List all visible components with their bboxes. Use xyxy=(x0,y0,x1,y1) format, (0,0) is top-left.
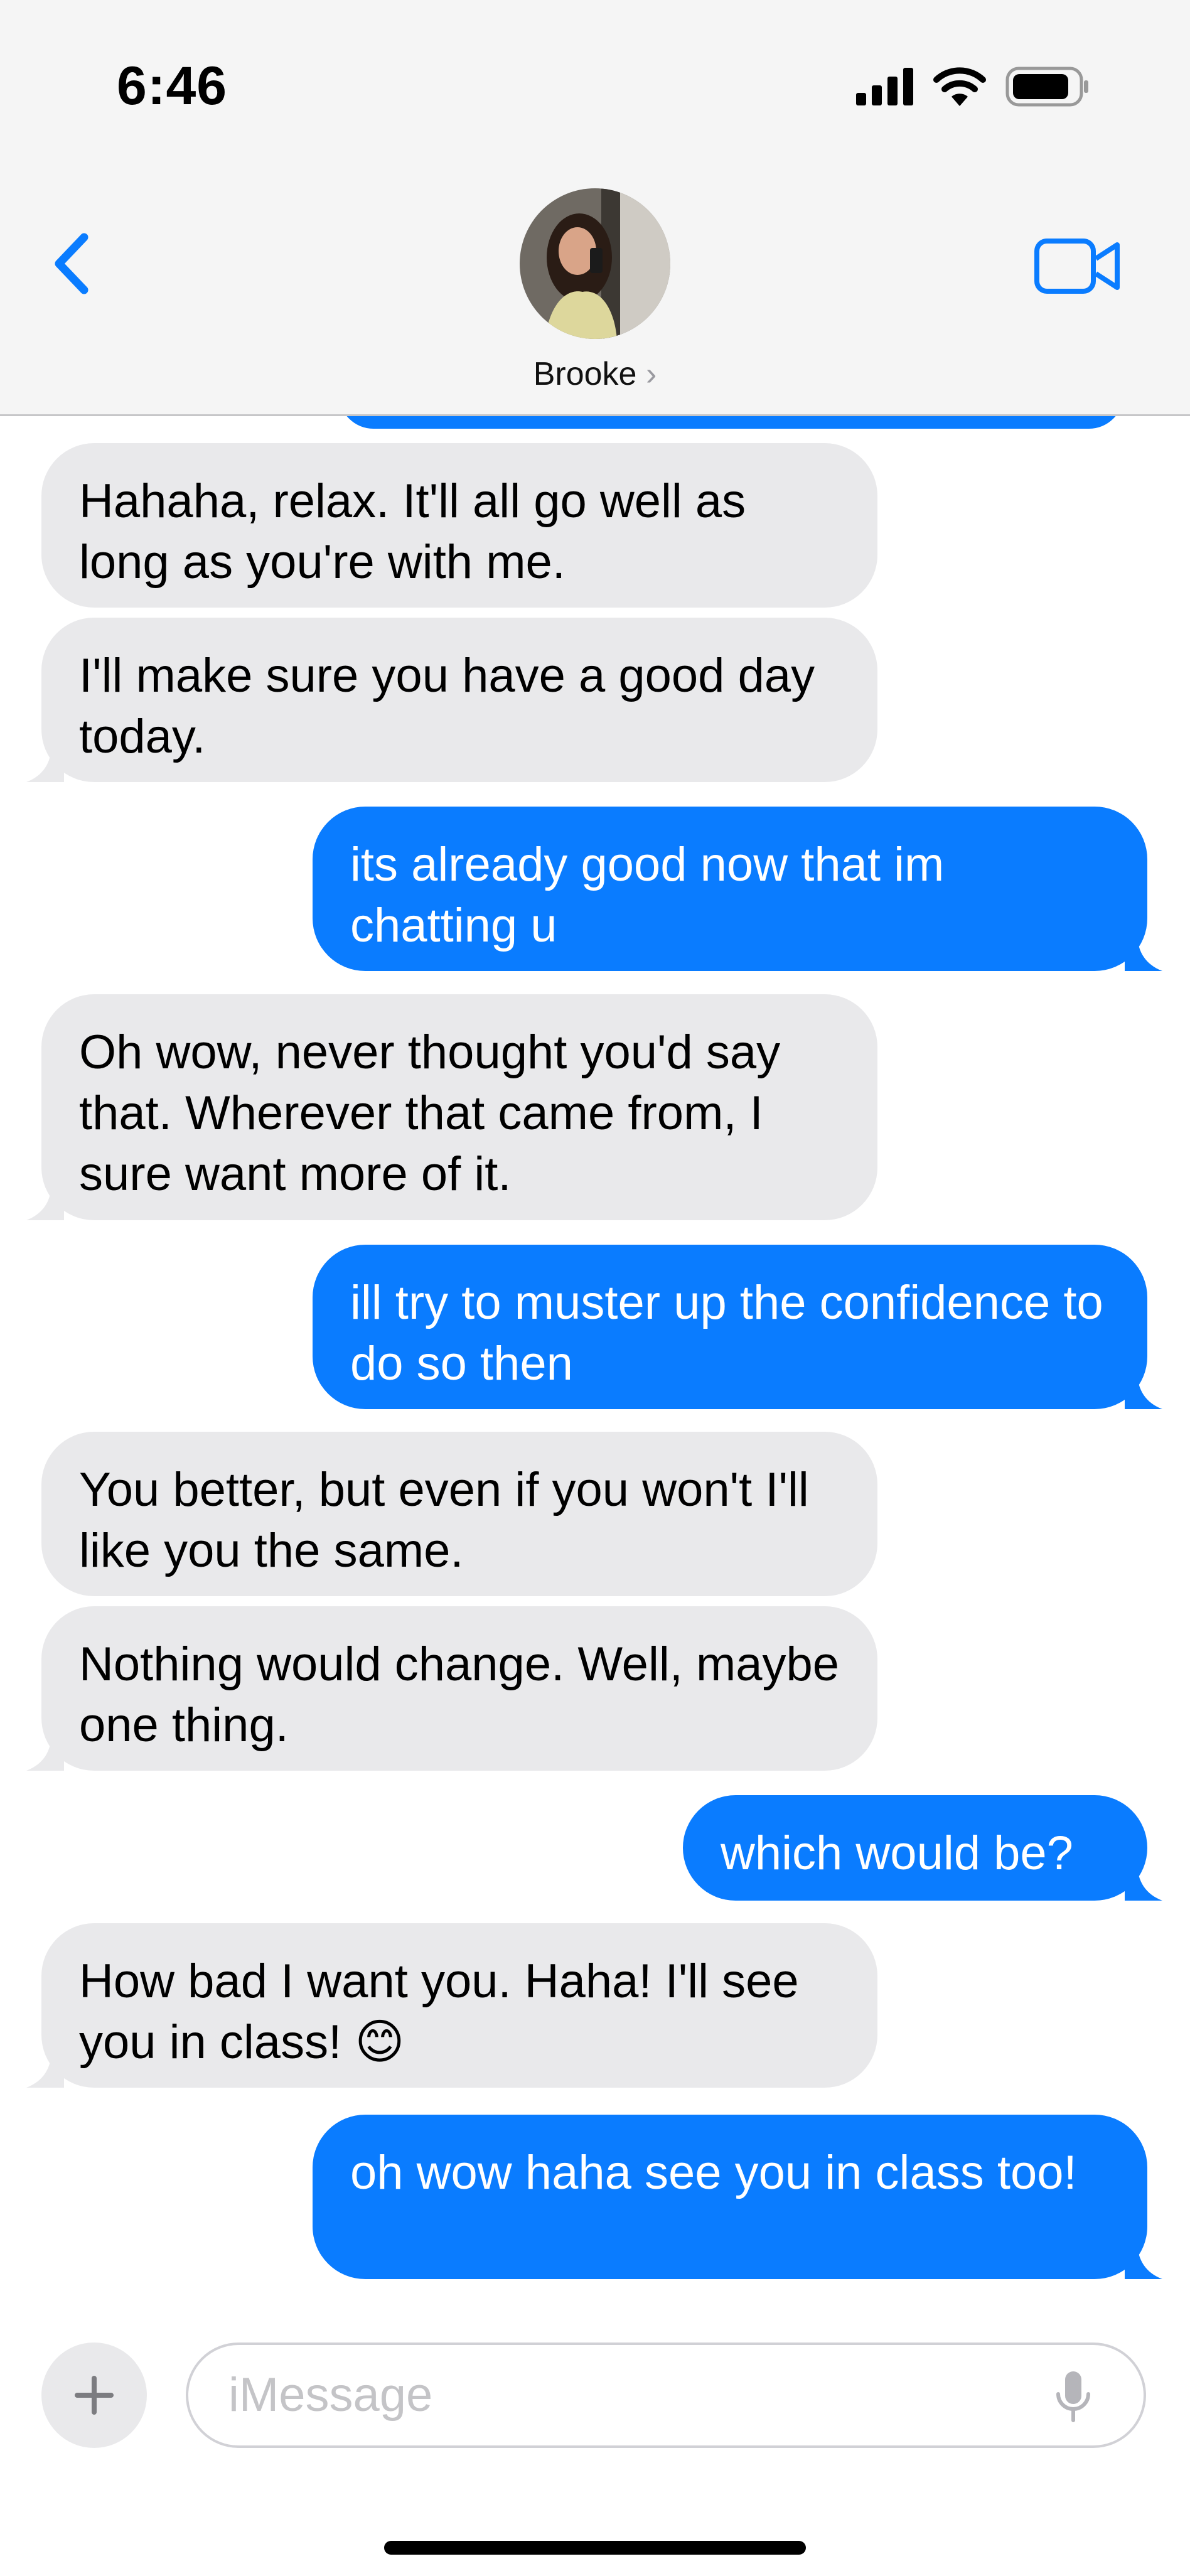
bubble-tail xyxy=(1125,2241,1162,2279)
facetime-video-button[interactable] xyxy=(1034,236,1122,296)
bubble-tail xyxy=(1125,1371,1162,1409)
incoming-message[interactable]: I'll make sure you have a good day today… xyxy=(26,618,877,782)
bubble-tail xyxy=(26,2050,64,2088)
incoming-message[interactable]: Oh wow, never thought you'd say that. Wh… xyxy=(26,994,877,1220)
message-text: ill try to muster up the confidence to d… xyxy=(350,1276,1103,1390)
message-text: oh wow haha see you in class too! xyxy=(350,2146,1077,2199)
message-text: I'll make sure you have a good day today… xyxy=(79,649,815,763)
contact-avatar[interactable] xyxy=(520,188,670,339)
microphone-icon[interactable] xyxy=(1054,2369,1092,2425)
message-text: Nothing would change. Well, maybe one th… xyxy=(79,1638,840,1752)
status-time: 6:46 xyxy=(117,56,228,116)
back-button[interactable] xyxy=(44,226,100,301)
previous-outgoing-bubble-edge xyxy=(339,416,1123,429)
home-indicator[interactable] xyxy=(384,2541,806,2555)
bubble-tail xyxy=(26,1183,64,1220)
imessage-placeholder: iMessage xyxy=(228,2368,433,2422)
battery-icon xyxy=(1005,67,1088,107)
imessage-input[interactable]: iMessage xyxy=(186,2343,1146,2448)
plus-icon xyxy=(75,2376,114,2415)
message-text: You better, but even if you won't I'll l… xyxy=(79,1463,809,1577)
bubble-tail xyxy=(1125,1863,1162,1901)
conversation-header: 6:46 Brooke › xyxy=(0,0,1190,416)
incoming-message[interactable]: Hahaha, relax. It'll all go well as long… xyxy=(41,443,877,608)
outgoing-message[interactable]: its already good now that im chatting u xyxy=(313,807,1162,971)
status-icons xyxy=(856,67,1090,107)
apps-plus-button[interactable] xyxy=(41,2343,147,2448)
incoming-message[interactable]: Nothing would change. Well, maybe one th… xyxy=(26,1606,877,1771)
outgoing-message[interactable]: ill try to muster up the confidence to d… xyxy=(313,1245,1162,1409)
contact-chevron-icon: › xyxy=(645,356,657,392)
chevron-left-icon xyxy=(55,233,88,294)
bubble-tail xyxy=(1125,933,1162,971)
contact-name[interactable]: Brooke › xyxy=(0,355,1190,393)
message-text: which would be? xyxy=(721,1827,1073,1880)
outgoing-message[interactable]: which would be? xyxy=(683,1795,1162,1901)
message-thread[interactable]: Hahaha, relax. It'll all go well as long… xyxy=(0,416,1190,2297)
message-text: How bad I want you. Haha! I'll see you i… xyxy=(79,1955,799,2069)
message-text: Hahaha, relax. It'll all go well as long… xyxy=(79,475,746,589)
incoming-message[interactable]: You better, but even if you won't I'll l… xyxy=(41,1432,877,1596)
cellular-signal-icon xyxy=(856,68,913,105)
message-text: Oh wow, never thought you'd say that. Wh… xyxy=(79,1026,781,1201)
outgoing-message[interactable]: oh wow haha see you in class too! xyxy=(313,2115,1162,2279)
bubble-tail xyxy=(26,744,64,782)
contact-name-label: Brooke xyxy=(533,356,637,392)
wifi-icon xyxy=(933,67,986,106)
message-text: its already good now that im chatting u xyxy=(350,838,945,952)
bubble-tail xyxy=(26,1733,64,1771)
video-camera-icon xyxy=(1034,239,1120,294)
incoming-message[interactable]: How bad I want you. Haha! I'll see you i… xyxy=(26,1923,877,2088)
